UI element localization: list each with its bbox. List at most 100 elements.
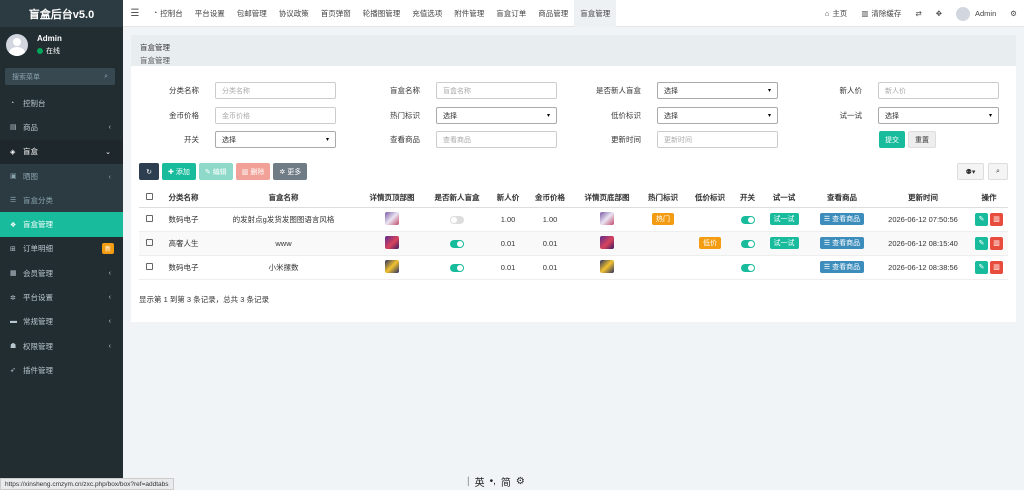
thumbnail-image[interactable] bbox=[600, 235, 614, 249]
col-header[interactable]: 低价标识 bbox=[685, 188, 735, 208]
menu-search-input[interactable]: 搜索菜单 ⌕ bbox=[5, 68, 115, 85]
edit-button[interactable]: ✎ 编辑 bbox=[198, 163, 233, 180]
row-edit-button[interactable]: ✎ bbox=[975, 212, 988, 226]
clear-cache-button[interactable]: ▥ 清除缓存 bbox=[854, 8, 908, 19]
submit-button[interactable]: 提交 bbox=[879, 131, 905, 148]
search-toggle-button[interactable]: ⌕ bbox=[988, 163, 1008, 180]
sidebar-item-box-category[interactable]: ☰ 盲盒分类 bbox=[0, 188, 123, 213]
col-header[interactable]: 分类名称 bbox=[159, 188, 208, 208]
toggle-switch[interactable] bbox=[450, 239, 464, 248]
tab-agreement[interactable]: 协议政策 bbox=[273, 0, 315, 27]
is-new-select[interactable]: 选择 ▾ bbox=[657, 82, 778, 99]
select-all-checkbox[interactable] bbox=[139, 188, 159, 208]
tab-box-orders[interactable]: 盲盒订单 bbox=[490, 0, 532, 27]
app-title[interactable]: 盲盒后台v5.0 bbox=[0, 0, 123, 27]
coin-price-input[interactable]: 金币价格 bbox=[215, 107, 336, 124]
view-goods-button[interactable]: ☰ 查看商品 bbox=[819, 237, 865, 249]
sidebar-item-auth[interactable]: ☗ 权限管理 ‹ bbox=[0, 334, 123, 358]
row-edit-button[interactable]: ✎ bbox=[975, 236, 988, 250]
tab-platform-settings[interactable]: 平台设置 bbox=[189, 0, 231, 27]
sidebar-item-general[interactable]: ▬ 常规管理 ‹ bbox=[0, 310, 123, 334]
cell-thumb-bottom[interactable] bbox=[573, 231, 641, 256]
col-header[interactable]: 新人价 bbox=[489, 188, 527, 208]
cell-is-new[interactable] bbox=[425, 231, 489, 256]
reset-button[interactable]: 重置 bbox=[908, 131, 936, 148]
hot-select[interactable]: 选择 ▾ bbox=[436, 107, 557, 124]
cell-thumb-top[interactable] bbox=[359, 231, 425, 256]
row-delete-button[interactable]: ▥ bbox=[990, 212, 1003, 226]
col-header[interactable]: 金币价格 bbox=[527, 188, 573, 208]
view-goods-input[interactable]: 查看商品 bbox=[436, 131, 557, 148]
view-goods-button[interactable]: ☰ 查看商品 bbox=[819, 261, 865, 273]
toggle-switch[interactable] bbox=[450, 215, 464, 224]
cell-thumb-bottom[interactable] bbox=[573, 255, 641, 280]
home-link[interactable]: ⌂ 主页 bbox=[818, 8, 855, 19]
row-delete-button[interactable]: ▥ bbox=[990, 260, 1003, 274]
category-input[interactable]: 分类名称 bbox=[215, 82, 336, 99]
tab-home-popup[interactable]: 首页弹窗 bbox=[315, 0, 357, 27]
menu-toggle-icon[interactable]: ☰ bbox=[123, 8, 147, 19]
cell-thumb-bottom[interactable] bbox=[573, 207, 641, 232]
more-button[interactable]: ✲ 更多 bbox=[273, 163, 308, 180]
tab-dashboard[interactable]: ◔ 控制台 bbox=[147, 0, 189, 27]
row-checkbox[interactable] bbox=[139, 255, 159, 280]
row-delete-button[interactable]: ▥ bbox=[990, 236, 1003, 250]
row-checkbox[interactable] bbox=[139, 231, 159, 256]
thumbnail-image[interactable] bbox=[600, 259, 614, 273]
add-button[interactable]: ✚ 添加 bbox=[162, 163, 196, 180]
sidebar-item-platform[interactable]: ✲ 平台设置 ‹ bbox=[0, 285, 123, 309]
update-time-input[interactable]: 更新时间 bbox=[657, 131, 778, 148]
col-header[interactable]: 更新时间 bbox=[876, 188, 970, 208]
new-price-input[interactable]: 新人价 bbox=[878, 82, 999, 99]
thumbnail-image[interactable] bbox=[600, 211, 614, 225]
trial-select[interactable]: 选择 ▾ bbox=[878, 107, 999, 124]
cell-thumb-top[interactable] bbox=[359, 207, 425, 232]
ime-bar-handle[interactable]: | bbox=[467, 476, 470, 487]
translate-button[interactable]: ⇄ bbox=[908, 9, 928, 18]
settings-button[interactable]: ⚙ bbox=[1003, 9, 1024, 18]
col-header[interactable]: 盲盒名称 bbox=[208, 188, 359, 208]
sidebar-item-blindbox[interactable]: ◈ 盲盒 ⌄ bbox=[0, 139, 123, 164]
col-header[interactable]: 热门标识 bbox=[641, 188, 685, 208]
toggle-switch[interactable] bbox=[740, 239, 755, 248]
name-input[interactable]: 盲盒名称 bbox=[436, 82, 557, 99]
sidebar-item-photos[interactable]: ▣ 晒图 ‹ bbox=[0, 163, 123, 189]
thumbnail-image[interactable] bbox=[385, 259, 399, 273]
tab-attachments[interactable]: 附件管理 bbox=[448, 0, 490, 27]
refresh-button[interactable]: ↻ bbox=[139, 163, 159, 180]
col-header[interactable]: 查看商品 bbox=[808, 188, 876, 208]
col-header[interactable]: 开关 bbox=[735, 188, 760, 208]
sidebar-item-goods[interactable]: ▤ 商品 ‹ bbox=[0, 115, 123, 139]
toggle-switch[interactable] bbox=[740, 215, 755, 224]
tab-free-shipping[interactable]: 包邮管理 bbox=[231, 0, 273, 27]
ime-settings-icon[interactable]: ⚙ bbox=[516, 476, 525, 487]
sidebar-item-plugins[interactable]: ➶ 插件管理 bbox=[0, 358, 123, 382]
thumbnail-image[interactable] bbox=[385, 235, 399, 249]
cell-is-new[interactable] bbox=[425, 255, 489, 280]
col-header[interactable]: 是否新人盲盒 bbox=[425, 188, 489, 208]
fullscreen-button[interactable]: ✥ bbox=[929, 9, 949, 18]
search-icon[interactable]: ⌕ bbox=[104, 73, 108, 81]
ime-language-toggle[interactable]: 英 bbox=[475, 474, 485, 489]
tab-banner[interactable]: 轮播图管理 bbox=[357, 0, 407, 27]
sidebar-item-dashboard[interactable]: ◔ 控制台 bbox=[0, 91, 123, 115]
view-goods-button[interactable]: ☰ 查看商品 bbox=[819, 213, 865, 225]
cell-thumb-top[interactable] bbox=[359, 255, 425, 280]
row-edit-button[interactable]: ✎ bbox=[975, 260, 988, 274]
col-header[interactable]: 详情页顶部图 bbox=[359, 188, 425, 208]
toggle-switch[interactable] bbox=[450, 263, 464, 272]
cell-switch[interactable] bbox=[735, 231, 760, 256]
sidebar-item-members[interactable]: ▦ 会员管理 ‹ bbox=[0, 261, 123, 285]
sidebar-item-orders[interactable]: ⊞ 订单明细 新 bbox=[0, 237, 123, 261]
col-header[interactable]: 详情页底部图 bbox=[573, 188, 641, 208]
tab-box-manage[interactable]: 盲盒管理 bbox=[574, 0, 617, 27]
ime-punctuation-toggle[interactable]: •, bbox=[490, 476, 496, 487]
tab-goods-manage[interactable]: 商品管理 bbox=[532, 0, 574, 27]
cell-is-new[interactable] bbox=[425, 207, 489, 232]
delete-button[interactable]: ▥ 删除 bbox=[235, 163, 271, 180]
table-row[interactable]: 高奢人生 www 0.01 0.01 低价 试一试 ☰ 查看商品 2026-06… bbox=[139, 231, 1008, 256]
thumbnail-image[interactable] bbox=[385, 211, 399, 225]
col-header[interactable]: 试一试 bbox=[760, 188, 808, 208]
sidebar-item-box-manage[interactable]: ❖ 盲盒管理 bbox=[0, 212, 123, 237]
tab-recharge[interactable]: 充值选项 bbox=[406, 0, 448, 27]
